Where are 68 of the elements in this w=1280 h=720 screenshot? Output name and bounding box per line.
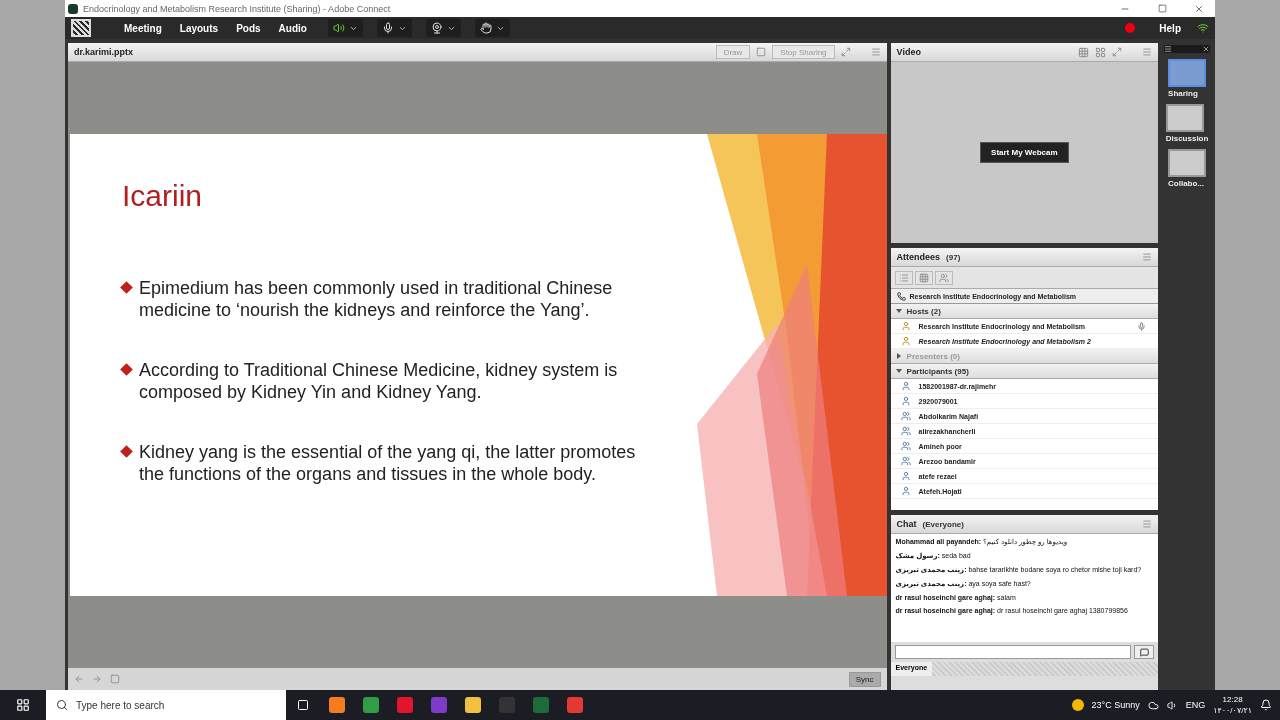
pod-title: dr.karimi.pptx — [74, 47, 134, 57]
chat-input[interactable] — [894, 645, 1132, 659]
webcam-button[interactable] — [425, 19, 461, 37]
speaker-button[interactable] — [327, 19, 363, 37]
search-field[interactable]: Type here to search — [46, 690, 286, 720]
sun-icon — [1071, 699, 1084, 711]
language-indicator[interactable]: ENG — [1185, 700, 1206, 710]
user-icon — [900, 486, 911, 496]
speaker-icon — [332, 22, 345, 34]
guest-icon — [900, 426, 911, 436]
chat-scope: (Everyone) — [922, 519, 964, 529]
status-view-icon[interactable] — [914, 270, 933, 285]
fullscreen-icon[interactable] — [840, 47, 851, 57]
group-header[interactable]: Participants (95) — [890, 364, 1159, 379]
pod-title: Chat — [896, 519, 917, 529]
logo-icon — [71, 19, 91, 37]
bullet-icon — [120, 445, 133, 458]
user-icon — [900, 381, 911, 391]
app-icon — [68, 3, 78, 14]
breakout-view-icon[interactable] — [934, 270, 953, 285]
menu-item[interactable]: Audio — [271, 22, 314, 34]
speech-bubble-icon — [1139, 647, 1149, 657]
guest-icon — [900, 456, 911, 466]
signal-icon — [1197, 22, 1209, 34]
phone-icon — [896, 291, 906, 301]
bullet-text: According to Traditional Chinese Medicine, kidney system is composed by Kidney Yin and Kidney Yang. — [139, 359, 619, 403]
bullet-icon — [120, 363, 133, 376]
guest-icon — [900, 411, 911, 421]
hand-icon — [479, 22, 492, 34]
sidebar-icon[interactable] — [110, 674, 120, 684]
close-icon[interactable] — [1202, 45, 1211, 53]
cloud-icon — [1147, 699, 1159, 711]
user-icon — [900, 471, 911, 481]
webcam-icon — [430, 22, 443, 34]
previous-icon[interactable] — [74, 674, 84, 684]
bullet-text: Kidney yang is the essential of the yang qi, the latter promotes the functions of the organs and tissues in the whole body. — [139, 441, 637, 485]
pod-title: Attendees — [896, 252, 941, 262]
next-icon[interactable] — [92, 674, 102, 684]
menu-item[interactable]: Meeting — [117, 22, 169, 34]
host-icon — [900, 336, 911, 346]
attendee-count: (97) — [946, 252, 961, 262]
microphone-button[interactable] — [376, 19, 412, 37]
list-view-icon[interactable] — [894, 270, 913, 285]
slide-title: Icariin — [122, 179, 204, 213]
group-header[interactable]: Hosts (2) — [890, 304, 1159, 319]
grid-view-icon[interactable] — [1078, 46, 1090, 58]
window-title: Endocrinology and Metabolism Research Institute (Sharing) - Adobe Connect — [83, 3, 392, 14]
guest-icon — [900, 441, 911, 451]
volume-icon — [1166, 699, 1178, 711]
search-icon — [56, 699, 68, 711]
bullet-icon — [120, 281, 133, 294]
menu-item[interactable]: Layouts — [172, 22, 226, 34]
help-menu[interactable]: Help — [1159, 22, 1181, 34]
user-icon — [900, 396, 911, 406]
bullet-text: Epimedium has been commonly used in traditional Chinese medicine to ‘nourish the kidneys and reinforce the Yang’. — [139, 277, 614, 321]
host-icon — [900, 321, 911, 331]
weather-text: 23°C Sunny — [1091, 700, 1140, 710]
raise-hand-button[interactable] — [474, 19, 510, 37]
notification-icon[interactable] — [1260, 699, 1272, 711]
send-button[interactable] — [1134, 645, 1155, 659]
start-webcam-button[interactable]: Start My Webcam — [980, 142, 1069, 163]
sync-button[interactable]: Sync — [848, 671, 881, 687]
fullscreen-icon[interactable] — [1112, 47, 1123, 57]
layout-view-icon[interactable] — [1095, 46, 1107, 58]
microphone-icon — [381, 22, 394, 34]
pod-title: Video — [896, 47, 921, 57]
menu-item[interactable]: Pods — [229, 22, 268, 34]
menu-icon[interactable] — [1164, 45, 1173, 53]
